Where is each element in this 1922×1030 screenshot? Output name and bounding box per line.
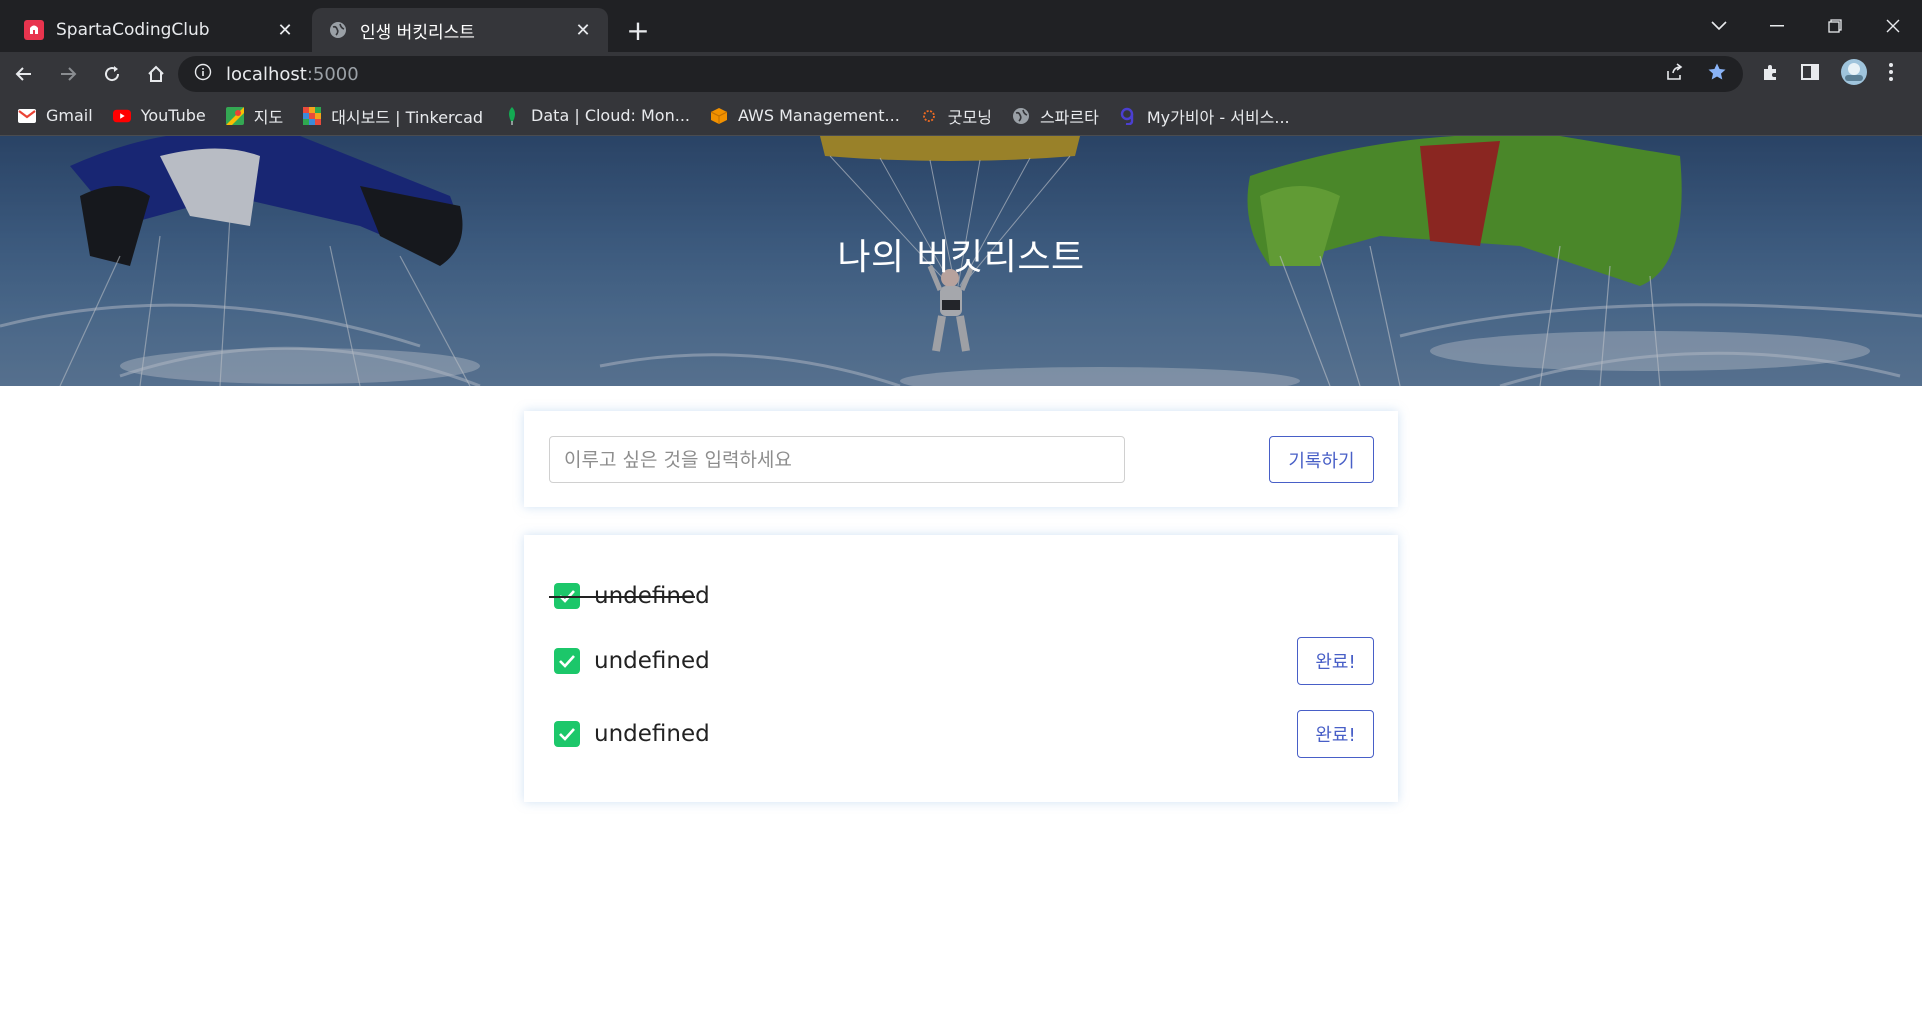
url-host: localhost	[226, 63, 307, 85]
item-text: undefined	[594, 721, 710, 747]
bucket-list-card: undefined undefined 완료! undefined 완료!	[524, 535, 1398, 802]
bucket-form-card: 기록하기	[524, 411, 1398, 507]
youtube-icon	[112, 107, 131, 125]
globe-icon	[1012, 107, 1030, 125]
bookmark-sparta[interactable]: 스파르타	[1012, 104, 1099, 128]
tab-bucketlist[interactable]: 인생 버킷리스트 ✕	[312, 8, 608, 52]
bucket-input[interactable]	[549, 436, 1125, 483]
bookmark-label: Gmail	[46, 106, 93, 125]
page-content: 나의 버킷리스트 기록하기 undefined undefined 완료! un…	[0, 136, 1922, 1028]
bookmark-label: My가비아 - 서비스...	[1146, 107, 1290, 127]
tab-title: SpartaCodingClub	[56, 20, 210, 40]
forward-arrow-icon[interactable]	[48, 56, 88, 92]
home-icon[interactable]	[136, 56, 176, 92]
share-icon[interactable]	[1665, 62, 1685, 86]
tab-spartacodingclub[interactable]: SpartaCodingClub ✕	[8, 8, 310, 52]
bookmark-gmail[interactable]: Gmail	[18, 106, 93, 125]
maps-icon	[225, 106, 244, 125]
hero-banner: 나의 버킷리스트	[0, 136, 1922, 386]
complete-button[interactable]: 완료!	[1297, 637, 1374, 685]
save-button[interactable]: 기록하기	[1269, 436, 1374, 483]
restore-icon[interactable]	[1806, 0, 1864, 52]
bookmarks-bar: Gmail YouTube 지도 대시보드 | Tinkercad Data |…	[0, 96, 1922, 136]
bookmark-label: 굿모닝	[947, 107, 992, 127]
close-icon[interactable]: ✕	[572, 19, 594, 41]
strikethrough-line	[549, 596, 695, 598]
extensions-puzzle-icon[interactable]	[1760, 62, 1780, 86]
bookmark-gabia[interactable]: My가비아 - 서비스...	[1119, 104, 1290, 128]
menu-kebab-icon[interactable]	[1888, 62, 1894, 86]
list-item: undefined 완료!	[549, 637, 1374, 685]
reload-icon[interactable]	[92, 56, 132, 92]
profile-avatar[interactable]	[1840, 58, 1868, 90]
bookmark-mongodb[interactable]: Data | Cloud: Mon...	[503, 106, 690, 125]
tab-title: 인생 버킷리스트	[360, 22, 475, 43]
bookmark-label: Data | Cloud: Mon...	[531, 106, 690, 125]
aws-icon	[710, 107, 728, 125]
tinkercad-icon	[303, 106, 322, 125]
toolbar-right	[1760, 52, 1894, 96]
browser-chrome: SpartaCodingClub ✕ 인생 버킷리스트 ✕ + localhos…	[0, 0, 1922, 136]
globe-icon	[328, 20, 348, 40]
back-arrow-icon[interactable]	[4, 56, 44, 92]
item-text: undefined	[594, 648, 710, 674]
bookmark-tinkercad[interactable]: 대시보드 | Tinkercad	[303, 104, 483, 128]
bookmark-label: 스파르타	[1039, 107, 1099, 127]
bookmark-youtube[interactable]: YouTube	[112, 106, 206, 125]
gabia-icon	[1119, 107, 1137, 125]
sun-icon	[920, 107, 938, 125]
address-bar[interactable]: localhost:5000	[178, 56, 1743, 92]
browser-toolbar: localhost:5000	[0, 52, 1922, 96]
check-icon	[554, 648, 580, 674]
mongodb-icon	[503, 106, 521, 125]
tab-strip: SpartaCodingClub ✕ 인생 버킷리스트 ✕ +	[0, 0, 1922, 52]
list-item: undefined 완료!	[549, 710, 1374, 758]
page-title: 나의 버킷리스트	[837, 237, 1085, 278]
sparta-favicon-icon	[24, 20, 44, 40]
bookmark-aws[interactable]: AWS Management...	[710, 106, 900, 125]
list-item: undefined	[549, 572, 1374, 620]
close-icon[interactable]: ✕	[274, 19, 296, 41]
minimize-icon[interactable]	[1748, 0, 1806, 52]
bookmark-goodmorning[interactable]: 굿모닝	[920, 104, 992, 128]
check-icon	[554, 721, 580, 747]
bookmark-label: 대시보드 | Tinkercad	[331, 107, 484, 127]
new-tab-plus-icon[interactable]: +	[622, 14, 654, 47]
site-info-icon[interactable]	[194, 63, 212, 85]
bookmark-star-icon[interactable]	[1707, 62, 1727, 86]
tab-search-chevron-icon[interactable]	[1690, 0, 1748, 52]
url-port: :5000	[306, 63, 359, 85]
bookmark-maps[interactable]: 지도	[225, 104, 284, 128]
side-panel-icon[interactable]	[1800, 62, 1820, 86]
bookmark-label: AWS Management...	[737, 106, 900, 125]
complete-button[interactable]: 완료!	[1297, 710, 1374, 758]
url-text: localhost:5000	[226, 64, 359, 85]
gmail-icon	[18, 107, 36, 125]
bookmark-label: YouTube	[140, 106, 206, 125]
window-close-icon[interactable]	[1864, 0, 1922, 52]
bookmark-label: 지도	[253, 107, 284, 127]
